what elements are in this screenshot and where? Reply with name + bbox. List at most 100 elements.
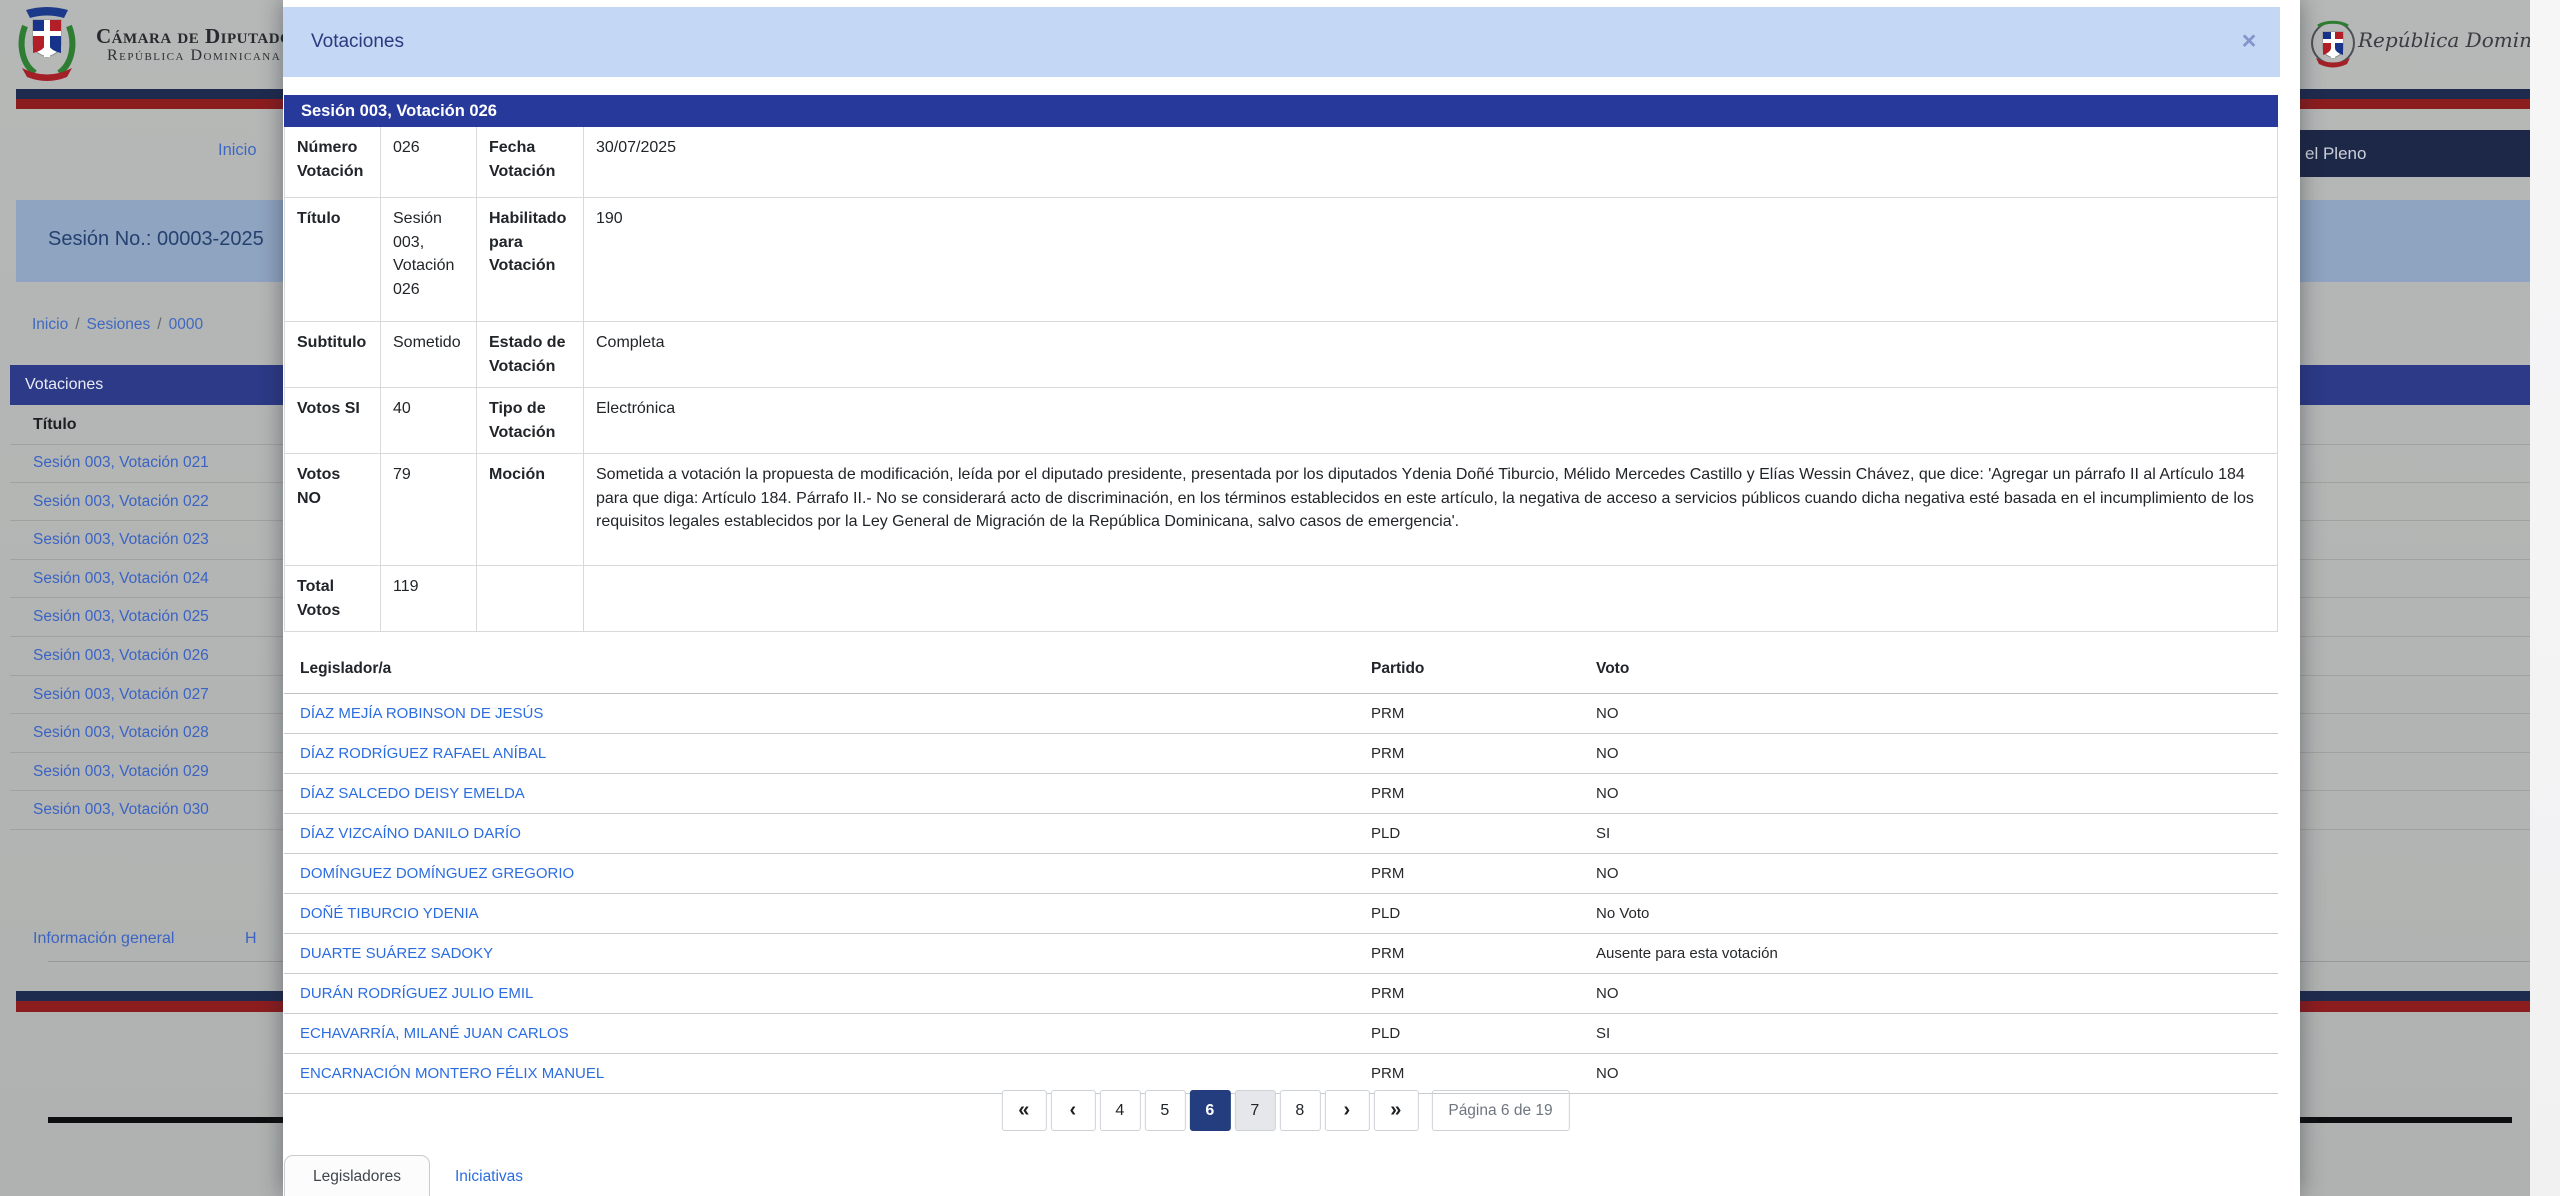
detail-row: Número Votación 026 Fecha Votación 30/07/20… xyxy=(284,126,2278,198)
party-column-header: Partido xyxy=(1355,645,1580,694)
detail-value: 190 xyxy=(583,197,2278,322)
legislator-vote: NO xyxy=(1580,733,2278,774)
pagination-page-button[interactable]: 4 xyxy=(1099,1090,1141,1131)
detail-table-header: Sesión 003, Votación 026 xyxy=(284,95,2278,127)
legislator-party: PRM xyxy=(1355,973,1580,1014)
legislator-party: PRM xyxy=(1355,693,1580,734)
legislator-vote: NO xyxy=(1580,693,2278,734)
legislator-name-link[interactable]: DÍAZ MEJÍA ROBINSON DE JESÚS xyxy=(300,705,543,722)
detail-value: 026 xyxy=(380,126,477,198)
sidebar-votacion-item-label: Sesión 003, Votación 030 xyxy=(33,801,209,819)
legislator-name-link[interactable]: ENCARNACIÓN MONTERO FÉLIX MANUEL xyxy=(300,1065,604,1082)
legislator-row: ENCARNACIÓN MONTERO FÉLIX MANUEL PRM NO xyxy=(284,1053,2278,1094)
detail-label: Estado de Votación xyxy=(476,321,584,388)
detail-value xyxy=(583,565,2278,632)
detail-label: Título xyxy=(284,197,381,322)
pagination-status: Página 6 de 19 xyxy=(1431,1090,1570,1131)
legislator-row: DOMÍNGUEZ DOMÍNGUEZ GREGORIO PRM NO xyxy=(284,853,2278,894)
sidebar-votacion-item-label: Sesión 003, Votación 021 xyxy=(33,454,209,471)
legislator-vote: SI xyxy=(1580,1013,2278,1054)
pagination-next-button[interactable]: › xyxy=(1324,1090,1370,1131)
legislator-row: DÍAZ VIZCAÍNO DANILO DARÍO PLD SI xyxy=(284,813,2278,854)
detail-label: Subtitulo xyxy=(284,321,381,388)
legislator-name-link[interactable]: DURÁN RODRÍGUEZ JULIO EMIL xyxy=(300,985,533,1002)
close-icon[interactable]: × xyxy=(2231,7,2267,77)
legislator-row: DÍAZ RODRÍGUEZ RAFAEL ANÍBAL PRM NO xyxy=(284,733,2278,774)
legislator-name-link[interactable]: DÍAZ RODRÍGUEZ RAFAEL ANÍBAL xyxy=(300,745,546,762)
page-right-gutter xyxy=(2530,0,2560,1196)
site-title: Cámara de Diputados xyxy=(96,24,302,48)
legislator-name-link[interactable]: DUARTE SUÁREZ SADOKY xyxy=(300,945,493,962)
tab-legisladores[interactable]: Legisladores xyxy=(284,1155,430,1196)
detail-label: Tipo de Votación xyxy=(476,387,584,454)
pagination-page-button[interactable]: 5 xyxy=(1144,1090,1186,1131)
pagination: «‹ 4 5 6 7 8 ›» Página 6 de 19 xyxy=(1001,1090,1570,1131)
nav-item-pleno-label: el Pleno xyxy=(2305,144,2367,163)
nav-home-link[interactable]: Inicio xyxy=(218,141,257,160)
detail-value: Electrónica xyxy=(583,387,2278,454)
legislator-party: PLD xyxy=(1355,1013,1580,1054)
legislator-row: DURÁN RODRÍGUEZ JULIO EMIL PRM NO xyxy=(284,973,2278,1014)
pagination-prev-button[interactable]: ‹ xyxy=(1050,1090,1096,1131)
detail-label xyxy=(476,565,584,632)
sidebar-votacion-item-label: Sesión 003, Votación 026 xyxy=(33,646,209,664)
site-subtitle: República Dominicana xyxy=(107,47,282,64)
detail-row: Votos NO 79 Moción Sometida a votación la p… xyxy=(284,453,2278,566)
detail-label: Habilitado para Votación xyxy=(476,197,584,322)
breadcrumb-current[interactable]: 0000 xyxy=(169,316,203,333)
tab-partial-link[interactable]: H xyxy=(245,930,257,948)
detail-value: 30/07/2025 xyxy=(583,126,2278,198)
legislator-name-link[interactable]: DOMÍNGUEZ DOMÍNGUEZ GREGORIO xyxy=(300,865,574,882)
legislator-vote: No Voto xyxy=(1580,893,2278,934)
legislator-name-link[interactable]: ECHAVARRÍA, MILANÉ JUAN CARLOS xyxy=(300,1025,569,1042)
legislator-vote: NO xyxy=(1580,773,2278,814)
session-banner-text: Sesión No.: 00003-2025 xyxy=(48,228,264,250)
legislator-vote: NO xyxy=(1580,973,2278,1014)
legislator-party: PLD xyxy=(1355,893,1580,934)
modal-header: Votaciones xyxy=(283,7,2280,77)
legislator-name-link[interactable]: DÍAZ SALCEDO DEISY EMELDA xyxy=(300,785,525,802)
legislator-name-link[interactable]: DOÑÉ TIBURCIO YDENIA xyxy=(300,905,479,922)
legislator-party: PRM xyxy=(1355,933,1580,974)
detail-value: 119 xyxy=(380,565,477,632)
pagination-last-button[interactable]: » xyxy=(1373,1090,1419,1131)
breadcrumb-sessions[interactable]: Sesiones xyxy=(87,316,151,333)
legislator-vote: Ausente para esta votación xyxy=(1580,933,2278,974)
legislator-vote: SI xyxy=(1580,813,2278,854)
modal-title: Votaciones xyxy=(311,31,404,52)
legislator-party: PRM xyxy=(1355,853,1580,894)
detail-label: Moción xyxy=(476,453,584,566)
detail-row: Subtitulo Sometido Estado de Votación Compl… xyxy=(284,321,2278,388)
legislator-party: PLD xyxy=(1355,813,1580,854)
sidebar-votaciones-header-label: Votaciones xyxy=(25,376,104,393)
sidebar-votacion-item-label: Sesión 003, Votación 024 xyxy=(33,569,209,587)
detail-label: Votos SI xyxy=(284,387,381,454)
legislator-vote: NO xyxy=(1580,853,2278,894)
sidebar-votacion-item-label: Sesión 003, Votación 025 xyxy=(33,608,209,626)
sidebar-votacion-item-label: Sesión 003, Votación 028 xyxy=(33,724,209,742)
pagination-page-button[interactable]: 8 xyxy=(1279,1090,1321,1131)
detail-value: Sometida a votación la propuesta de modi… xyxy=(583,453,2278,566)
detail-label: Total Votos xyxy=(284,565,381,632)
legislator-row: ECHAVARRÍA, MILANÉ JUAN CARLOS PLD SI xyxy=(284,1013,2278,1054)
pagination-page-button[interactable]: 6 xyxy=(1189,1090,1231,1131)
pagination-first-button[interactable]: « xyxy=(1001,1090,1047,1131)
legislator-name-link[interactable]: DÍAZ VIZCAÍNO DANILO DARÍO xyxy=(300,825,521,842)
breadcrumb-separator: / xyxy=(75,316,80,333)
detail-row: Total Votos 119 xyxy=(284,565,2278,632)
breadcrumb-home[interactable]: Inicio xyxy=(32,316,68,333)
detail-label: Votos NO xyxy=(284,453,381,566)
screen: Cámara de Diputados República Dominicana… xyxy=(0,0,2560,1196)
legislators-table: Legislador/a Partido Voto DÍAZ MEJÍA ROB… xyxy=(284,645,2278,1094)
detail-value: 40 xyxy=(380,387,477,454)
tab-informacion-general[interactable]: Información general xyxy=(33,930,174,948)
detail-label: Número Votación xyxy=(284,126,381,198)
tab-iniciativas[interactable]: Iniciativas xyxy=(455,1168,523,1186)
votaciones-modal: Votaciones × Sesión 003, Votación 026 Nú… xyxy=(283,0,2300,1196)
legislator-row: DÍAZ SALCEDO DEISY EMELDA PRM NO xyxy=(284,773,2278,814)
vote-column-header: Voto xyxy=(1580,645,2278,694)
legislator-row: DOÑÉ TIBURCIO YDENIA PLD No Voto xyxy=(284,893,2278,934)
breadcrumb-separator: / xyxy=(157,316,162,333)
pagination-page-button[interactable]: 7 xyxy=(1234,1090,1276,1131)
legislator-party: PRM xyxy=(1355,1053,1580,1094)
